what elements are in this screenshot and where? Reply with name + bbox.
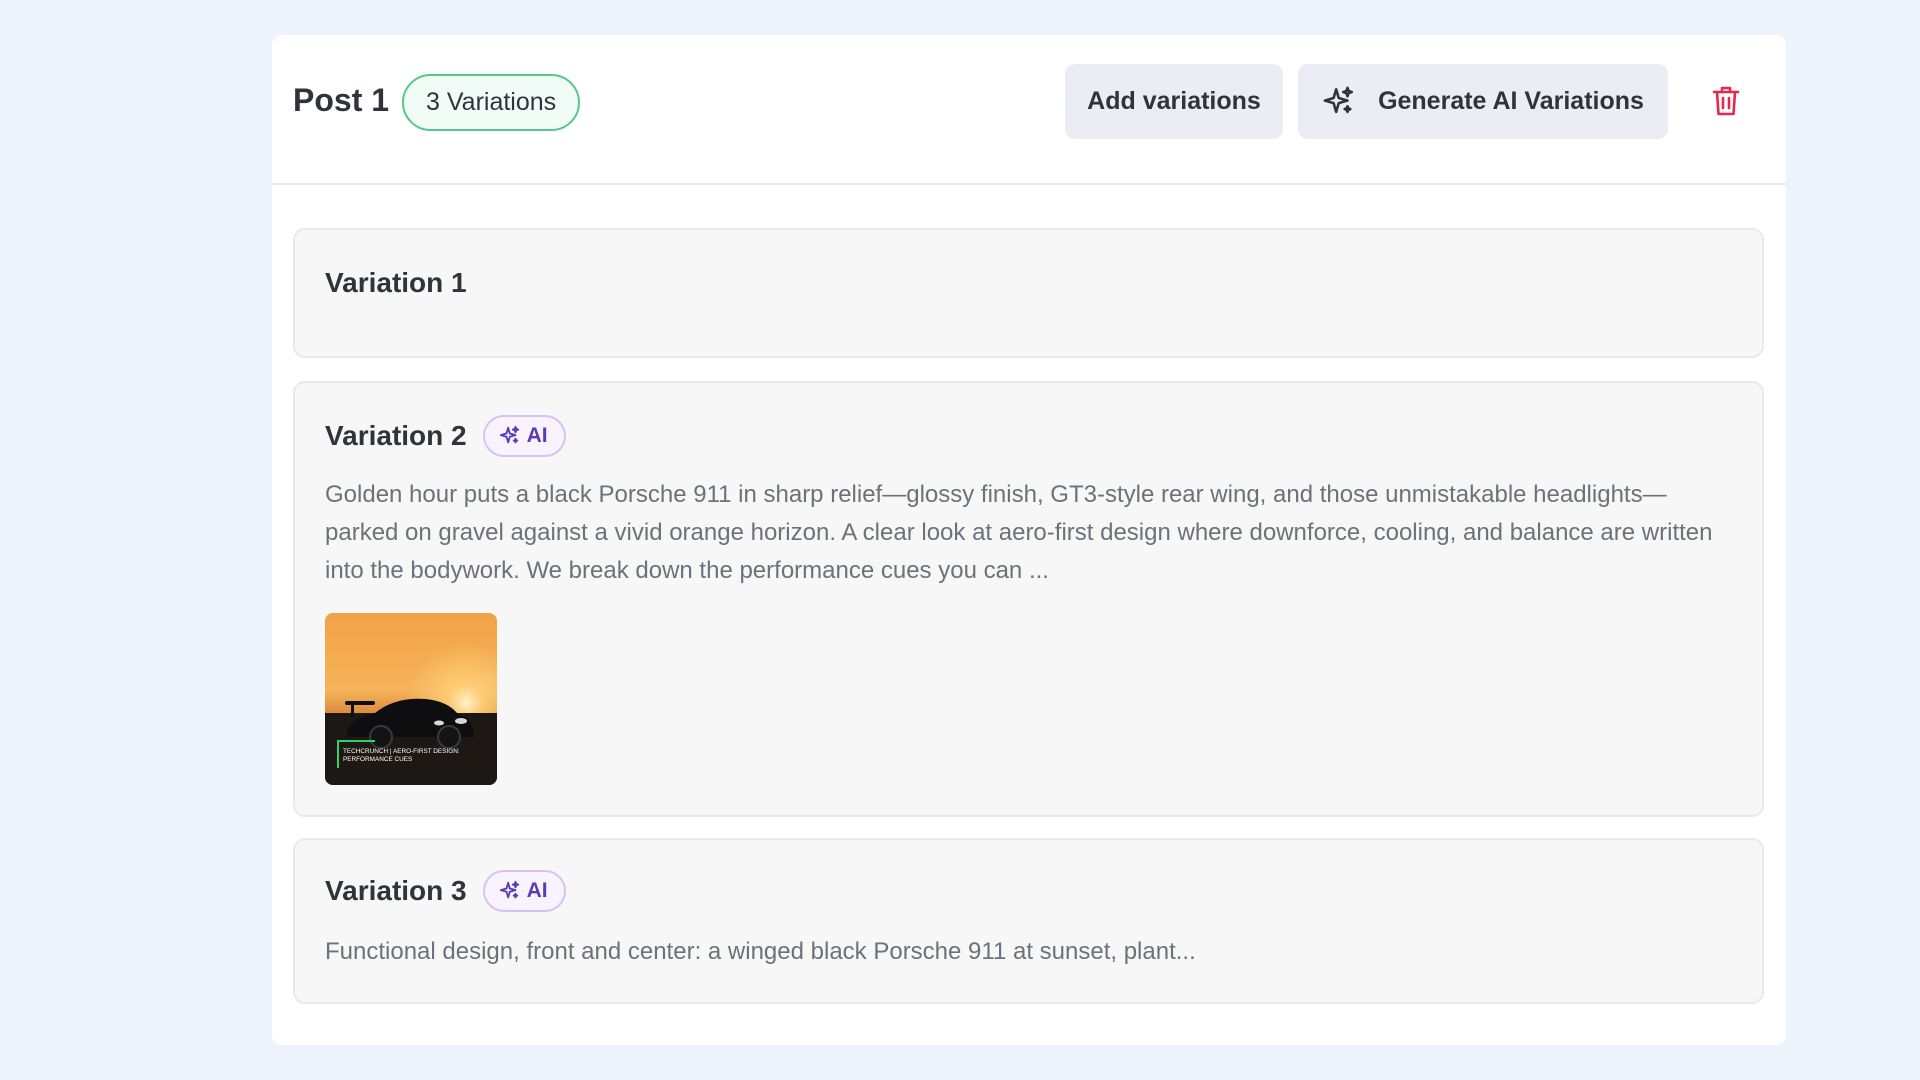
variation-card-2[interactable]: Variation 2 AI Golden hour puts a black …: [293, 381, 1764, 817]
variation-text: Golden hour puts a black Porsche 911 in …: [325, 481, 1713, 584]
variation-card-3[interactable]: Variation 3 AI Functional design, front …: [293, 838, 1764, 1004]
add-variations-button[interactable]: Add variations: [1065, 64, 1283, 139]
variation-title: Variation 2: [325, 420, 467, 451]
delete-post-button[interactable]: [1706, 81, 1746, 121]
variation-text: Functional design, front and center: a w…: [325, 938, 1196, 965]
post-card: Post 1 3 Variations Add variations Gener…: [272, 35, 1786, 1045]
post-title: Post 1: [293, 82, 390, 118]
generate-ai-variations-button[interactable]: Generate AI Variations: [1298, 64, 1668, 139]
image-caption-line-1: TECHCRUNCH | AERO-FIRST DESIGN:: [343, 748, 460, 755]
ai-badge-label: AI: [526, 879, 548, 902]
variation-header: Variation 1: [325, 266, 467, 300]
generate-ai-label: Generate AI Variations: [1378, 87, 1644, 115]
ai-badge: AI: [482, 415, 566, 457]
variation-title: Variation 3: [325, 875, 467, 906]
variation-header: Variation 3 AI: [325, 870, 566, 912]
post-header: Post 1 3 Variations Add variations Gener…: [272, 35, 1786, 185]
variations-count-badge: 3 Variations: [402, 74, 581, 131]
sparkle-icon: [1323, 86, 1354, 113]
ai-badge-label: AI: [526, 424, 548, 447]
sparkle-icon: [499, 425, 519, 444]
variation-card-1[interactable]: Variation 1: [293, 228, 1764, 358]
trash-icon: [1712, 86, 1740, 116]
ai-badge: AI: [482, 870, 566, 912]
variation-header: Variation 2 AI: [325, 415, 566, 457]
car-sunset-image: TECHCRUNCH | AERO-FIRST DESIGN: PERFORMA…: [325, 613, 497, 785]
image-caption-line-2: PERFORMANCE CUES: [343, 756, 412, 763]
variation-title: Variation 1: [325, 267, 467, 298]
add-variations-label: Add variations: [1087, 87, 1261, 115]
variation-image-thumbnail[interactable]: TECHCRUNCH | AERO-FIRST DESIGN: PERFORMA…: [325, 613, 497, 785]
sparkle-icon: [499, 880, 519, 899]
